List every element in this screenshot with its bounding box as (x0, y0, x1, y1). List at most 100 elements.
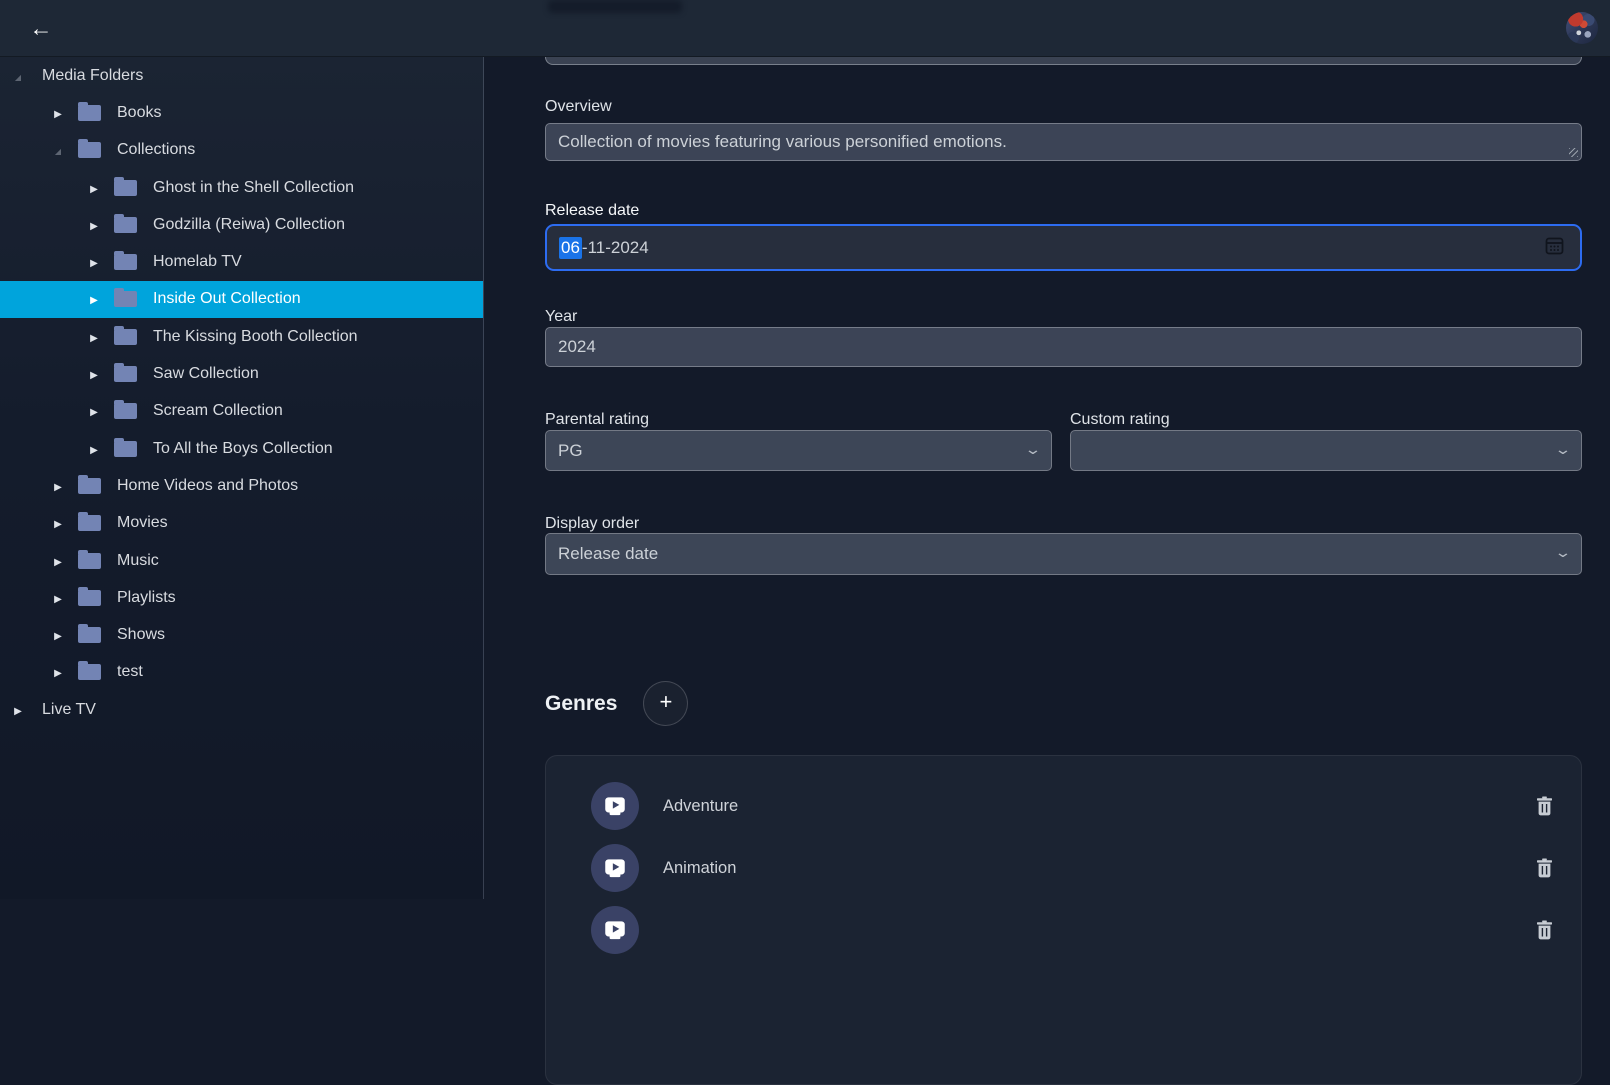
year-value: 2024 (558, 337, 596, 357)
tree-item-label: To All the Boys Collection (153, 440, 333, 458)
app-header: ← (0, 0, 1610, 57)
folder-icon (78, 105, 101, 121)
tree-expand-icon[interactable] (86, 179, 102, 197)
trash-icon (1536, 796, 1553, 816)
tree-item[interactable]: Music (0, 542, 483, 579)
user-avatar[interactable] (1566, 12, 1598, 44)
plus-icon: + (659, 691, 672, 713)
add-genre-button[interactable]: + (643, 681, 688, 726)
tree-item-label: Homelab TV (153, 253, 242, 271)
tree-item[interactable]: Saw Collection (0, 355, 483, 392)
tree-item-label: Media Folders (42, 67, 143, 85)
delete-genre-button[interactable] (1536, 858, 1553, 878)
folder-icon (114, 403, 137, 419)
resize-grip-icon[interactable] (1569, 148, 1578, 157)
tree-item-label: Godzilla (Reiwa) Collection (153, 216, 345, 234)
folder-icon (78, 515, 101, 531)
folder-icon (78, 478, 101, 494)
tree-item[interactable]: The Kissing Booth Collection (0, 318, 483, 355)
display-order-label: Display order (545, 515, 639, 533)
custom-rating-label: Custom rating (1070, 411, 1170, 429)
movie-icon (602, 793, 628, 819)
tree-expand-icon[interactable] (10, 701, 26, 719)
calendar-icon[interactable] (1545, 236, 1564, 260)
tree-item-label: Live TV (42, 701, 96, 719)
overview-textarea[interactable]: Collection of movies featuring various p… (545, 123, 1582, 161)
tree-item[interactable]: test (0, 654, 483, 691)
tree-expand-icon[interactable] (50, 663, 66, 681)
tree-item[interactable]: Live TV (0, 691, 483, 728)
folder-icon (78, 553, 101, 569)
folder-icon (78, 142, 101, 158)
tree-expand-icon[interactable] (50, 552, 66, 570)
tree-expand-icon[interactable] (50, 589, 66, 607)
folder-icon (114, 366, 137, 382)
tree-expand-icon[interactable] (86, 216, 102, 234)
release-date-label: Release date (545, 202, 639, 220)
year-input[interactable]: 2024 (545, 327, 1582, 367)
tree-item[interactable]: Godzilla (Reiwa) Collection (0, 206, 483, 243)
back-button[interactable]: ← (24, 11, 58, 45)
title-field-cutoff[interactable] (545, 57, 1582, 65)
delete-genre-button[interactable] (1536, 796, 1553, 816)
tree-item-label: Saw Collection (153, 365, 259, 383)
tree-expand-icon[interactable] (10, 67, 26, 85)
tree-expand-icon[interactable] (50, 104, 66, 122)
tree-item-label: Playlists (117, 589, 176, 607)
tree-expand-icon[interactable] (86, 365, 102, 383)
tree-item-label: Home Videos and Photos (117, 477, 298, 495)
tree-item[interactable]: Playlists (0, 579, 483, 616)
blurred-title-text (548, 0, 682, 13)
tree-expand-icon[interactable] (86, 328, 102, 346)
tree-expand-icon[interactable] (50, 514, 66, 532)
tree-item-label: The Kissing Booth Collection (153, 328, 358, 346)
movie-icon (602, 917, 628, 943)
tree-expand-icon[interactable] (50, 477, 66, 495)
genres-heading: Genres (545, 692, 617, 716)
tree-expand-icon[interactable] (86, 402, 102, 420)
chevron-down-icon: ⌄ (1554, 441, 1572, 458)
genre-label: Animation (663, 859, 736, 878)
tree-item-label: Ghost in the Shell Collection (153, 179, 354, 197)
display-order-value: Release date (558, 544, 658, 564)
tree-item-label: Books (117, 104, 161, 122)
movie-icon (602, 855, 628, 881)
tree-expand-icon[interactable] (50, 626, 66, 644)
tree-item[interactable]: To All the Boys Collection (0, 430, 483, 467)
tree-expand-icon[interactable] (50, 141, 66, 159)
tree-item[interactable]: Shows (0, 616, 483, 653)
parental-rating-label: Parental rating (545, 411, 649, 429)
tree-item[interactable]: Homelab TV (0, 243, 483, 280)
date-rest-segment: -11-2024 (582, 238, 649, 258)
genre-label: Adventure (663, 797, 738, 816)
genre-avatar (591, 844, 639, 892)
date-day-segment: 06 (559, 237, 582, 259)
tree-item-label: Scream Collection (153, 402, 283, 420)
tree-item[interactable]: Movies (0, 505, 483, 542)
tree-expand-icon[interactable] (86, 253, 102, 271)
tree-item[interactable]: Media Folders (0, 57, 483, 94)
overview-value: Collection of movies featuring various p… (558, 132, 1007, 152)
trash-icon (1536, 858, 1553, 878)
folder-icon (114, 441, 137, 457)
folder-icon (114, 180, 137, 196)
parental-rating-select[interactable]: PG ⌄ (545, 430, 1052, 471)
folder-icon (114, 254, 137, 270)
tree-item[interactable]: Inside Out Collection (0, 281, 483, 318)
parental-rating-value: PG (558, 441, 583, 461)
tree-item[interactable]: Books (0, 94, 483, 131)
tree-item-label: Collections (117, 141, 195, 159)
tree-item[interactable]: Scream Collection (0, 393, 483, 430)
tree-item[interactable]: Collections (0, 132, 483, 169)
display-order-select[interactable]: Release date ⌄ (545, 533, 1582, 575)
folder-icon (114, 329, 137, 345)
delete-genre-button[interactable] (1536, 920, 1553, 940)
tree-item[interactable]: Ghost in the Shell Collection (0, 169, 483, 206)
tree-item[interactable]: Home Videos and Photos (0, 467, 483, 504)
genres-list: Adventure (545, 755, 1582, 1085)
folder-icon (114, 291, 137, 307)
tree-expand-icon[interactable] (86, 440, 102, 458)
release-date-input[interactable]: 06-11-2024 (545, 224, 1582, 271)
custom-rating-select[interactable]: ⌄ (1070, 430, 1582, 471)
tree-expand-icon[interactable] (86, 290, 102, 308)
